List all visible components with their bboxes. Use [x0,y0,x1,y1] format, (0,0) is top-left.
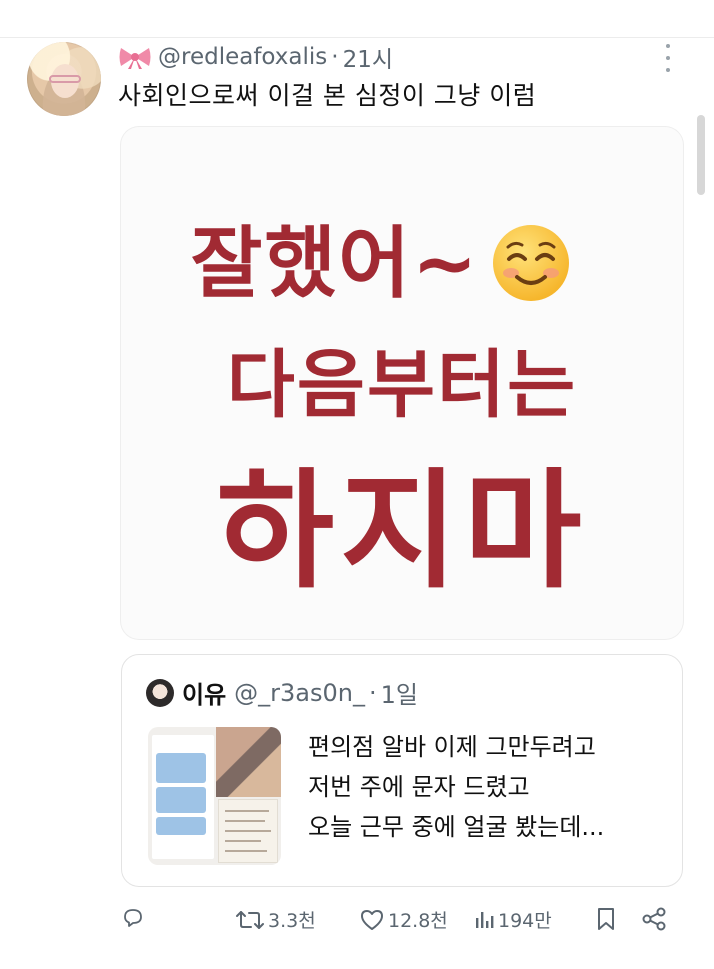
thumbnail-photo [216,727,281,797]
quoted-post[interactable]: 이유 @_r3as0n_ · 1일 편의점 알바 이제 그만두려고 저번 주에 … [121,654,683,887]
quoted-text-line: 편의점 알바 이제 그만두려고 [308,733,596,761]
image-line-1-text: 잘했어~ [190,219,480,309]
like-count: 12.8천 [388,910,448,932]
avatar-glasses [49,75,81,83]
retweet-count: 3.3천 [268,910,316,932]
quoted-author-avatar[interactable] [146,679,174,707]
retweet-icon [236,910,264,929]
ribbon-icon [119,48,151,69]
image-line-2: 다음부터는 [226,342,578,428]
image-line-3: 하지마 [216,457,588,606]
like-button[interactable]: 12.8천 [359,906,448,933]
post-text: 사회인으로써 이걸 본 심정이 그냥 이럼 [118,81,537,110]
views-icon [476,911,494,928]
quoted-author-name[interactable]: 이유 [182,675,226,710]
thumbnail-letter [218,799,278,863]
quoted-header-separator: · [369,678,377,707]
quoted-post-header: 이유 @_r3as0n_ · 1일 [182,675,418,710]
more-options-icon[interactable] [660,44,676,72]
bookmark-icon [598,908,614,930]
quoted-text-line: 저번 주에 문자 드렸고 [308,773,530,801]
view-count: 194만 [498,910,552,932]
author-avatar[interactable] [27,42,101,116]
post-image[interactable]: 잘했어~ 다음부터는 하지마 [121,127,683,639]
share-icon [642,907,666,931]
author-handle[interactable]: @redleafoxalis [158,44,327,70]
quoted-author-handle[interactable]: @_r3as0n_ [234,679,365,707]
quoted-post-time[interactable]: 1일 [381,675,418,710]
reply-icon [124,909,142,927]
reply-button[interactable] [121,906,148,930]
post-time[interactable]: 21시 [343,40,393,74]
quoted-post-thumbnail[interactable] [148,727,281,865]
heart-icon [361,909,383,930]
share-button[interactable] [641,906,670,932]
header-separator: · [331,44,339,70]
bookmark-button[interactable] [595,906,620,932]
quoted-text-line: 오늘 근무 중에 얼굴 봤는데... [308,813,605,841]
image-line-1: 잘했어~ [121,201,663,313]
thumbnail-message-screenshot [152,735,214,859]
quoted-post-text: 편의점 알바 이제 그만두려고 저번 주에 문자 드렸고 오늘 근무 중에 얼굴… [308,727,604,847]
action-bar: 3.3천 12.8천 194만 [121,900,681,940]
smiling-face-icon [493,224,570,301]
views-button[interactable]: 194만 [473,906,552,933]
top-divider [0,37,714,38]
post-header: @redleafoxalis · 21시 [118,40,393,74]
retweet-button[interactable]: 3.3천 [235,906,316,933]
scrollbar-thumb[interactable] [697,115,705,195]
post-screen: @redleafoxalis · 21시 사회인으로써 이걸 본 심정이 그냥 … [0,0,714,969]
